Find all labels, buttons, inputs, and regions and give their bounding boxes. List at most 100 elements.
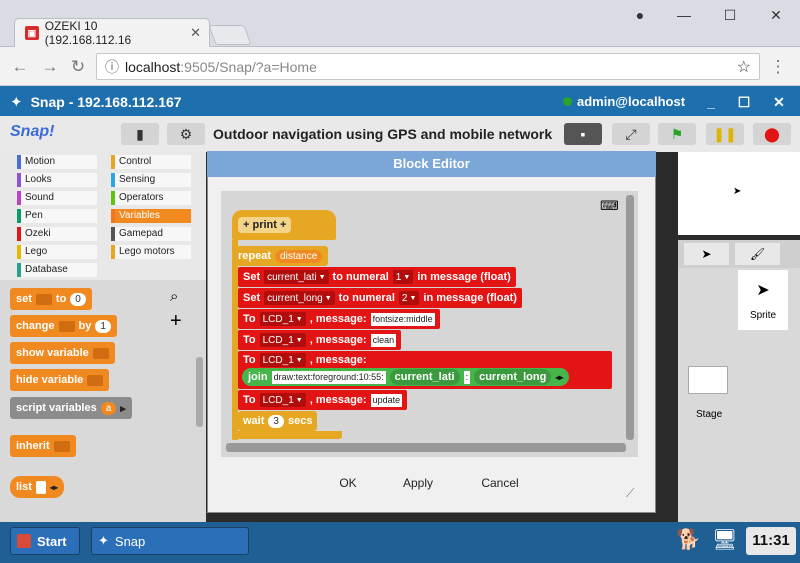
keyboard-icon[interactable]: ⌨ bbox=[600, 198, 619, 214]
set-value-slot[interactable]: 0 bbox=[70, 292, 86, 306]
category-sensing[interactable]: Sensing bbox=[111, 173, 191, 187]
ok-button[interactable]: OK bbox=[318, 476, 378, 490]
app-minimize-button[interactable]: _ bbox=[700, 92, 722, 112]
stage-thumbnail[interactable] bbox=[688, 366, 728, 394]
dropdown-arrow-icon[interactable] bbox=[87, 374, 104, 386]
stop-icon[interactable]: ⬤ bbox=[753, 123, 791, 145]
editor-hscrollbar[interactable] bbox=[226, 443, 626, 452]
category-looks[interactable]: Looks bbox=[17, 173, 97, 187]
category-pen[interactable]: Pen bbox=[17, 209, 97, 223]
start-button[interactable]: Start bbox=[10, 527, 80, 555]
paint-brush-icon[interactable]: 🖌 bbox=[735, 243, 780, 265]
arrow-right-icon[interactable]: ▸ bbox=[120, 402, 126, 415]
reload-icon[interactable]: ↻ bbox=[68, 57, 88, 77]
dropdown-arrow-icon[interactable]: ▼ bbox=[296, 337, 303, 344]
set-numeral-block-2[interactable]: Set current_long ▼ to numeral 2 ▼ in message (… bbox=[238, 288, 522, 308]
prototype-hat-block[interactable]: + print + bbox=[232, 210, 336, 240]
list-slot[interactable] bbox=[35, 480, 46, 494]
change-value-slot[interactable]: 1 bbox=[95, 319, 111, 333]
lcd-message-block-4[interactable]: To LCD_1 ▼ , message: update bbox=[238, 390, 408, 410]
back-arrow-icon[interactable]: ← bbox=[10, 57, 30, 77]
resize-handle-icon[interactable]: ⟋ bbox=[626, 486, 634, 501]
dropdown-arrow-icon[interactable]: ▼ bbox=[409, 295, 416, 302]
wait-value-slot[interactable]: 3 bbox=[268, 414, 284, 428]
tab-close-icon[interactable]: ✕ bbox=[190, 25, 201, 41]
forward-arrow-icon[interactable]: → bbox=[40, 57, 60, 77]
close-window-button[interactable]: ✕ bbox=[756, 4, 796, 26]
settings-gear-icon[interactable]: ⚙ bbox=[167, 123, 205, 145]
category-motion[interactable]: Motion bbox=[17, 155, 97, 169]
category-lego[interactable]: Lego bbox=[17, 245, 97, 259]
file-menu-icon[interactable]: ▮ bbox=[121, 123, 159, 145]
fullscreen-icon[interactable]: ⤢ bbox=[612, 123, 650, 145]
lcd-message-block-2[interactable]: To LCD_1 ▼ , message: clean bbox=[238, 330, 402, 350]
message-text-slot[interactable]: clean bbox=[370, 333, 397, 347]
profile-icon[interactable]: ● bbox=[620, 4, 660, 26]
script-variables-block[interactable]: script variables a ▸ bbox=[10, 397, 132, 419]
category-ozeki[interactable]: Ozeki bbox=[17, 227, 97, 241]
dropdown-arrow-icon[interactable]: ▼ bbox=[319, 274, 326, 281]
minimize-window-button[interactable]: — bbox=[664, 4, 704, 26]
pause-icon[interactable]: ❚❚ bbox=[706, 123, 744, 145]
long-variable[interactable]: current_long bbox=[474, 369, 552, 385]
category-operators[interactable]: Operators bbox=[111, 191, 191, 205]
dropdown-arrow-icon[interactable]: ▼ bbox=[296, 357, 303, 364]
message-text-slot[interactable]: update bbox=[370, 393, 403, 407]
dropdown-arrow-icon[interactable]: ▼ bbox=[296, 397, 303, 404]
palette-scrollbar[interactable] bbox=[196, 357, 203, 427]
repeat-block[interactable]: repeat distance bbox=[232, 246, 329, 266]
bookmark-star-icon[interactable]: ☆ bbox=[737, 57, 751, 77]
hide-variable-block[interactable]: hide variable bbox=[10, 369, 110, 391]
green-flag-icon[interactable]: ⚑ bbox=[658, 123, 696, 145]
arrows-icon[interactable]: ◂▸ bbox=[50, 483, 58, 492]
separator-slot[interactable]: : bbox=[463, 370, 471, 384]
browser-menu-icon[interactable]: ⋮ bbox=[768, 57, 788, 77]
arrows-icon[interactable]: ◂▸ bbox=[555, 373, 563, 382]
dropdown-arrow-icon[interactable]: ▼ bbox=[325, 295, 332, 302]
category-control[interactable]: Control bbox=[111, 155, 191, 169]
show-variable-block[interactable]: show variable bbox=[10, 342, 115, 364]
block-prototype[interactable]: + print + bbox=[238, 217, 292, 233]
browser-tab[interactable]: ▣ OZEKI 10 (192.168.112.16 ✕ bbox=[14, 18, 210, 47]
join-block[interactable]: join draw:text:foreground:10:55: current_l… bbox=[242, 368, 570, 386]
dropdown-arrow-icon[interactable]: ▼ bbox=[403, 274, 410, 281]
join-text-slot[interactable]: draw:text:foreground:10:55: bbox=[271, 370, 386, 384]
inherit-block[interactable]: inherit bbox=[10, 435, 76, 457]
dropdown-arrow-icon[interactable] bbox=[58, 320, 75, 332]
category-database[interactable]: Database bbox=[17, 263, 97, 277]
address-bar[interactable]: ⓘ localhost:9505/Snap/?a=Home ☆ bbox=[96, 53, 760, 80]
dropdown-arrow-icon[interactable] bbox=[92, 347, 109, 359]
monitor-icon[interactable]: 🖥 bbox=[712, 527, 737, 552]
dropdown-arrow-icon[interactable] bbox=[53, 440, 70, 452]
app-close-button[interactable]: ✕ bbox=[768, 92, 790, 112]
script-var-slot[interactable]: a bbox=[100, 401, 117, 415]
turtle-arrow-icon[interactable]: ➤ bbox=[684, 243, 729, 265]
wait-block[interactable]: wait 3 secs bbox=[238, 411, 318, 431]
category-variables[interactable]: Variables bbox=[111, 209, 191, 223]
dropdown-arrow-icon[interactable] bbox=[35, 293, 52, 305]
add-icon[interactable]: + bbox=[170, 310, 182, 333]
stage-canvas[interactable]: ➤ bbox=[678, 152, 800, 235]
lati-variable[interactable]: current_lati bbox=[389, 369, 460, 385]
lcd-message-block-1[interactable]: To LCD_1 ▼ , message: fontsize:middle bbox=[238, 309, 440, 329]
set-var-block[interactable]: set to 0 bbox=[10, 288, 92, 310]
category-gamepad[interactable]: Gamepad bbox=[111, 227, 191, 241]
editor-vscrollbar[interactable] bbox=[626, 195, 634, 440]
change-var-block[interactable]: change by 1 bbox=[10, 315, 117, 337]
set-numeral-block-1[interactable]: Set current_lati ▼ to numeral 1 ▼ in message (… bbox=[238, 267, 516, 287]
list-block[interactable]: list ◂▸ bbox=[10, 476, 64, 498]
snap-logo[interactable]: Snap! bbox=[10, 123, 54, 141]
dropdown-arrow-icon[interactable]: ▼ bbox=[296, 316, 303, 323]
message-text-slot[interactable]: fontsize:middle bbox=[370, 312, 435, 326]
category-sound[interactable]: Sound bbox=[17, 191, 97, 205]
repeat-count-slot[interactable]: distance bbox=[275, 249, 323, 263]
sprite-thumbnail[interactable]: ➤ Sprite bbox=[738, 270, 788, 330]
search-icon[interactable]: ⌕ bbox=[170, 288, 178, 305]
maximize-window-button[interactable]: ☐ bbox=[710, 4, 750, 26]
snap-task-button[interactable]: ✦ Snap bbox=[91, 527, 249, 555]
category-lego-motors[interactable]: Lego motors bbox=[111, 245, 191, 259]
stage-size-icon[interactable]: ▪ bbox=[564, 123, 602, 145]
apply-button[interactable]: Apply bbox=[388, 476, 448, 490]
new-tab-button[interactable] bbox=[208, 25, 252, 45]
app-maximize-button[interactable]: ☐ bbox=[733, 92, 755, 112]
